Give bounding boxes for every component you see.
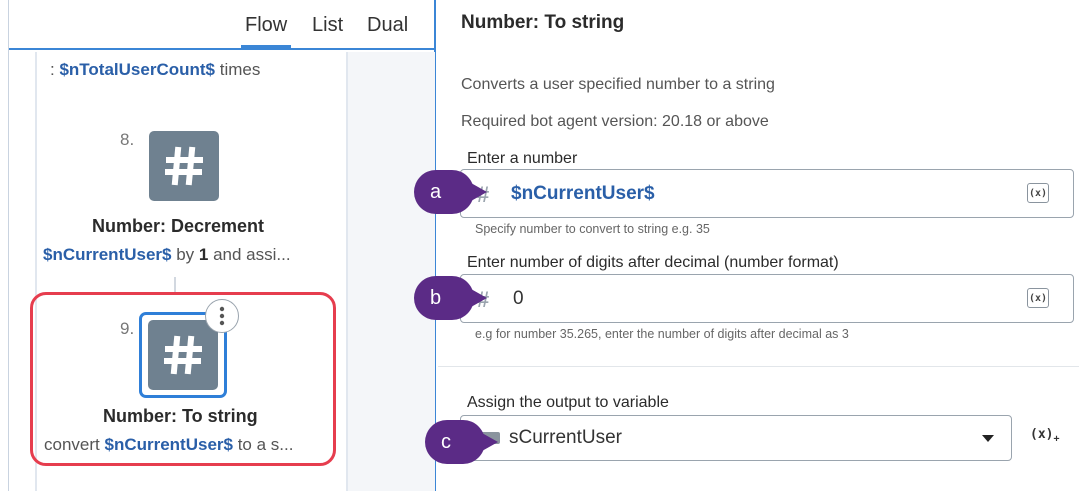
step-9-desc-suffix: to a s... [232,435,294,454]
kebab-menu-icon [219,306,225,326]
step-9-action-tile[interactable] [148,320,218,390]
step-9-title: Number: To string [103,406,258,426]
create-variable-button[interactable]: (x)+ [1030,427,1060,445]
step-8-desc-suffix: and assi... [208,245,291,264]
properties-title: Number: To string [461,12,625,33]
decimal-digits-input[interactable]: # 0 (x) [460,274,1074,323]
step-9-more-options-button[interactable] [205,299,239,333]
decimal-digits-field-hint: e.g for number 35.265, enter the number … [475,327,849,341]
step-8-desc-by: by [171,245,199,264]
loop-variable: $nTotalUserCount$ [59,60,215,79]
step-8-action-tile[interactable] [149,131,219,201]
number-field-label: Enter a number [467,150,578,167]
loop-description: : $nTotalUserCount$ times [50,60,260,80]
callout-label-c: c [441,430,451,453]
insert-variable-button[interactable]: (x) [1027,183,1049,203]
step-9-description: convert $nCurrentUser$ to a s... [44,435,293,455]
number-field-hint: Specify number to convert to string e.g.… [475,222,710,236]
properties-description: Converts a user specified number to a st… [461,76,775,93]
callout-badge-b: b [414,276,487,320]
number-input-value: $nCurrentUser$ [511,183,655,204]
tab-list[interactable]: List [312,14,343,48]
number-input[interactable]: # $nCurrentUser$ (x) [460,169,1074,218]
view-tabs: Flow List Dual [9,0,435,50]
tab-flow[interactable]: Flow [240,14,292,48]
step-8-description: $nCurrentUser$ by 1 and assi... [43,245,291,265]
hash-icon [165,146,203,186]
plus-icon: + [1053,433,1060,445]
callout-badge-a: a [414,170,487,214]
callout-badge-c: c [425,420,498,464]
chevron-down-icon[interactable] [982,435,994,442]
callout-label-b: b [430,286,442,309]
create-variable-label: (x) [1030,427,1054,442]
step-9-desc-prefix: convert [44,435,105,454]
insert-variable-button[interactable]: (x) [1027,288,1049,308]
step-9-number: 9. [120,319,135,338]
output-variable-select[interactable]: sCurrentUser [460,415,1012,461]
output-variable-value: sCurrentUser [509,427,622,448]
decimal-digits-field-label: Enter number of digits after decimal (nu… [467,254,839,271]
step-8-title: Number: Decrement [92,216,265,236]
step-8-variable: $nCurrentUser$ [43,245,172,264]
decimal-digits-value: 0 [513,288,524,309]
step-8-amount: 1 [198,245,209,264]
flow-gutter [348,52,435,491]
loop-suffix: times [215,60,261,79]
step-8-number: 8. [120,130,135,149]
tab-dual[interactable]: Dual [367,14,408,48]
output-variable-label: Assign the output to variable [467,394,669,411]
hash-icon [164,335,202,375]
callout-label-a: a [430,180,442,203]
properties-version-note: Required bot agent version: 20.18 or abo… [461,113,769,130]
section-divider [438,366,1079,367]
step-9-variable: $nCurrentUser$ [104,435,233,454]
